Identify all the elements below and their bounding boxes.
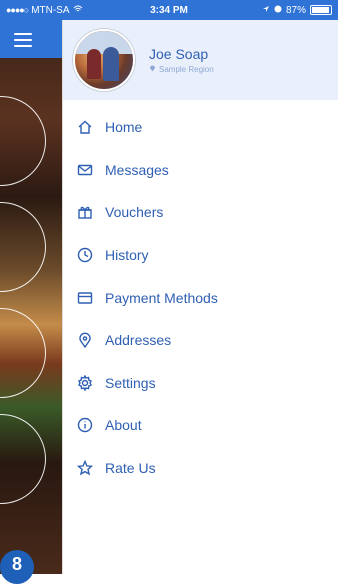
status-bar: ●●●●○ MTN-SA 3:34 PM 87% (0, 0, 338, 20)
drawer-menu: Home Messages Vouchers History Payment M… (63, 106, 338, 489)
category-circle[interactable] (0, 202, 46, 292)
user-info: Joe Soap Sample Region (149, 46, 214, 74)
menu-item-label: Payment Methods (105, 289, 218, 306)
navigation-drawer: Joe Soap Sample Region Home Messages Vou… (62, 20, 338, 574)
info-icon (77, 417, 93, 433)
hamburger-menu-icon[interactable] (14, 33, 32, 51)
avatar[interactable] (73, 29, 135, 91)
background-app-header (0, 20, 62, 58)
category-circle[interactable] (0, 308, 46, 398)
category-circle[interactable] (0, 96, 46, 186)
drawer-profile-header[interactable]: Joe Soap Sample Region (63, 20, 338, 100)
menu-item-settings[interactable]: Settings (63, 362, 338, 405)
category-circle[interactable] (0, 414, 46, 504)
menu-item-addresses[interactable]: Addresses (63, 319, 338, 362)
credit-card-icon (77, 290, 93, 306)
home-icon (77, 119, 93, 135)
menu-item-label: About (105, 417, 142, 434)
menu-item-about[interactable]: About (63, 404, 338, 447)
menu-item-messages[interactable]: Messages (63, 149, 338, 192)
menu-item-label: Settings (105, 374, 156, 391)
location-pin-icon (77, 332, 93, 349)
menu-item-payment-methods[interactable]: Payment Methods (63, 276, 338, 319)
star-icon (77, 460, 93, 476)
menu-item-label: Addresses (105, 332, 172, 349)
menu-item-history[interactable]: History (63, 234, 338, 277)
gift-icon (77, 204, 93, 220)
clock-icon (77, 247, 93, 263)
background-food-image (0, 20, 62, 574)
user-name: Joe Soap (149, 46, 209, 62)
location-pin-icon (149, 64, 156, 74)
menu-item-home[interactable]: Home (63, 106, 338, 149)
menu-item-label: Home (105, 119, 143, 136)
figure-number-badge: 8 (0, 550, 34, 584)
user-location-text: Sample Region (159, 64, 214, 74)
battery-icon (310, 5, 332, 15)
envelope-icon (77, 162, 93, 178)
menu-item-vouchers[interactable]: Vouchers (63, 191, 338, 234)
gear-icon (77, 374, 93, 391)
menu-item-label: Vouchers (105, 204, 164, 221)
menu-item-label: Messages (105, 161, 169, 178)
menu-item-label: History (105, 247, 149, 264)
menu-item-label: Rate Us (105, 460, 156, 477)
status-time: 3:34 PM (150, 4, 188, 16)
user-location: Sample Region (149, 64, 214, 74)
menu-item-rate-us[interactable]: Rate Us (63, 447, 338, 490)
